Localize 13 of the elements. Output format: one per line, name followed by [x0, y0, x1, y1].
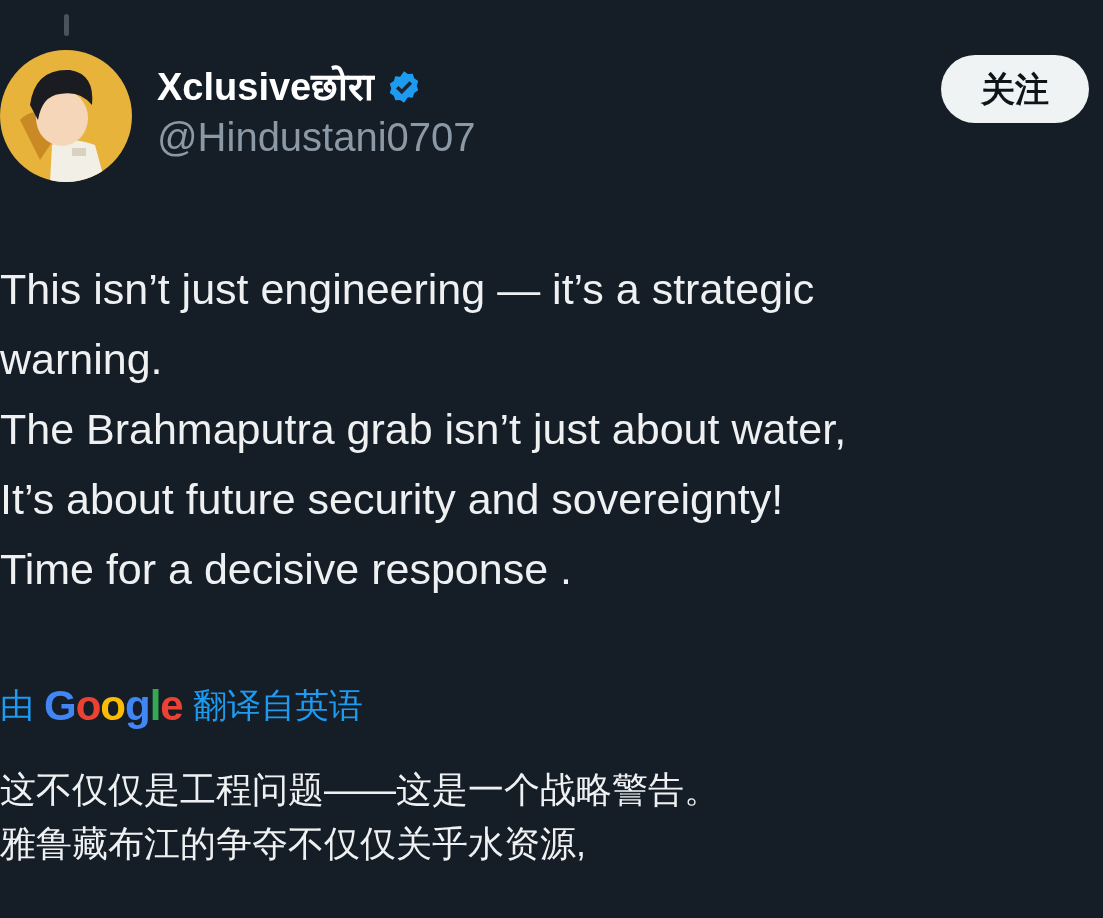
tweet-text-line: warning. [0, 334, 164, 385]
follow-button[interactable]: 关注 [941, 55, 1089, 123]
author-name[interactable]: Xclusiveछोरा [157, 64, 375, 110]
translated-text-line: 雅鲁藏布江的争夺不仅仅关乎水资源, [0, 822, 587, 866]
translated-text-line: 这不仅仅是工程问题——这是一个战略警告。 [0, 768, 721, 812]
author-handle[interactable]: @Hindustani0707 [157, 112, 941, 162]
tweet-text-line: It’s about future security and sovereignty! [0, 474, 785, 525]
tweet-text-line: This isn’t just engineering — it’s a strategic [0, 264, 816, 315]
translation-label[interactable]: 翻译自英语 [192, 680, 363, 731]
translation-label: 由 [0, 685, 34, 726]
tweet-text-line: Time for a decisive response . [0, 544, 573, 595]
google-logo[interactable]: Google [44, 674, 183, 737]
tweet-text-line: The Brahmaputra grab isn’t just about water, [0, 404, 848, 455]
